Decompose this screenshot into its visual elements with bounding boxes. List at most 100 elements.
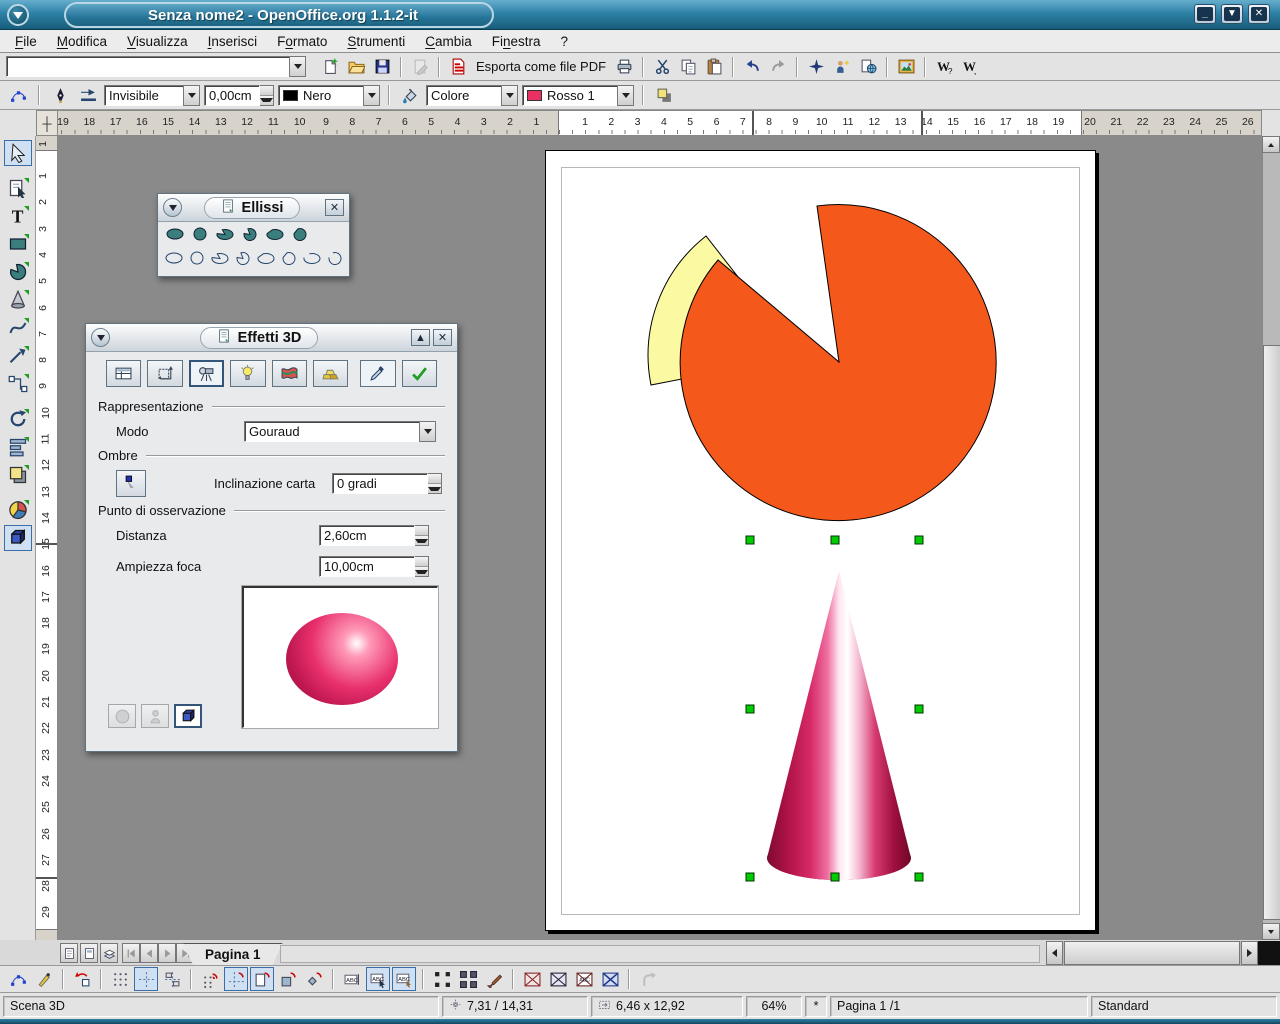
menu-cambia[interactable]: Cambia xyxy=(416,32,481,51)
insert-icon[interactable] xyxy=(4,497,32,523)
shadow-icon[interactable] xyxy=(652,83,676,107)
save-icon[interactable] xyxy=(370,55,394,79)
gallery-icon[interactable] xyxy=(894,55,918,79)
menu-?[interactable]: ? xyxy=(552,32,578,51)
inclinazione-spinner[interactable]: 0 gradi xyxy=(332,473,442,494)
first-page-icon[interactable] xyxy=(122,943,140,963)
arc-icon[interactable] xyxy=(302,248,322,268)
selection-handle[interactable] xyxy=(746,705,754,713)
preview-sphere-icon[interactable] xyxy=(108,704,136,728)
vertical-ruler[interactable]: 1123456789101112131415161718192021222324… xyxy=(36,136,58,940)
print-icon[interactable] xyxy=(612,55,636,79)
copy-icon[interactable] xyxy=(676,55,700,79)
close-button[interactable]: ✕ xyxy=(1248,4,1270,24)
status-page[interactable]: Pagina 1 /1 xyxy=(830,996,1088,1017)
select-icon[interactable] xyxy=(4,140,32,166)
preview-figure-icon[interactable] xyxy=(141,704,169,728)
prev-page-icon[interactable] xyxy=(140,943,158,963)
redo-icon[interactable] xyxy=(766,55,790,79)
status-size[interactable]: 6,46 x 12,92 xyxy=(591,996,743,1017)
simple-handles-icon[interactable] xyxy=(430,967,454,991)
snap-points-icon[interactable] xyxy=(302,967,326,991)
scroll-up-button[interactable] xyxy=(1262,136,1280,153)
horizontal-ruler[interactable]: 1918171615141312111098765432112345678910… xyxy=(36,110,1262,136)
picture-placeholder-icon[interactable] xyxy=(520,967,544,991)
help-agent-icon[interactable]: W? xyxy=(932,55,956,79)
snap-border-icon[interactable] xyxy=(276,967,300,991)
select-text-area-icon[interactable]: ABC xyxy=(366,967,390,991)
ellipse-pie-outline-icon[interactable] xyxy=(210,248,230,268)
toolbar-menu-button[interactable] xyxy=(163,198,182,217)
shading-tab-icon[interactable] xyxy=(189,360,225,387)
pdf-export-icon[interactable] xyxy=(446,55,470,79)
whats-this-icon[interactable]: W, xyxy=(958,55,982,79)
ellipse-filled-icon[interactable] xyxy=(164,224,186,244)
open-icon[interactable] xyxy=(344,55,368,79)
edit-points-icon[interactable] xyxy=(6,83,30,107)
circle-pie-filled-icon[interactable] xyxy=(239,224,261,244)
circle-pie-outline-icon[interactable] xyxy=(233,248,253,268)
selection-handle[interactable] xyxy=(915,536,923,544)
pdf-export-label[interactable]: Esporta come file PDF xyxy=(472,59,610,74)
zoom-icon[interactable] xyxy=(4,175,32,201)
mode-layer-icon[interactable] xyxy=(100,943,118,963)
scroll-right-button[interactable] xyxy=(1241,941,1258,965)
quick-edit-icon[interactable]: ABC xyxy=(340,967,364,991)
modify-attributes-icon[interactable] xyxy=(482,967,506,991)
minimize-button[interactable]: _ xyxy=(1194,4,1216,24)
scroll-down-button[interactable] xyxy=(1262,923,1280,940)
snap-snaplines-icon[interactable] xyxy=(224,967,248,991)
pie-body-shape[interactable] xyxy=(680,205,996,521)
horizontal-scrollbar[interactable] xyxy=(1046,941,1258,965)
shadow-3d-icon[interactable] xyxy=(116,470,146,497)
selection-handle[interactable] xyxy=(915,873,923,881)
status-zoom[interactable]: 64% xyxy=(746,996,802,1017)
rollup-icon[interactable]: ▲ xyxy=(411,329,430,346)
snaplines-visible-icon[interactable] xyxy=(134,967,158,991)
circle-filled-icon[interactable] xyxy=(189,224,211,244)
circle-segment-outline-icon[interactable] xyxy=(279,248,299,268)
assign-dropper-icon[interactable] xyxy=(360,360,395,387)
circle-segment-filled-icon[interactable] xyxy=(289,224,311,244)
ruler-origin-box[interactable]: ┼ xyxy=(36,110,58,136)
new-document-icon[interactable] xyxy=(318,55,342,79)
textures-tab-icon[interactable] xyxy=(272,360,307,387)
text-placeholder-icon[interactable]: ABC xyxy=(572,967,596,991)
exit-group-icon[interactable] xyxy=(636,967,660,991)
all-placeholder-icon[interactable] xyxy=(598,967,622,991)
selection-handle[interactable] xyxy=(915,705,923,713)
favorites-tab-icon[interactable] xyxy=(106,360,141,387)
line-width-spinner[interactable]: 0,00cm xyxy=(204,85,274,106)
snap-margins-icon[interactable] xyxy=(250,967,274,991)
objects3d-icon[interactable] xyxy=(4,287,32,313)
menu-formato[interactable]: Formato xyxy=(268,32,336,51)
dblclick-edit-text-icon[interactable]: ABC xyxy=(392,967,416,991)
vertical-scrollbar[interactable] xyxy=(1262,136,1280,940)
alignment-icon[interactable] xyxy=(4,434,32,460)
fill-can-icon[interactable] xyxy=(398,83,422,107)
close-icon[interactable]: ✕ xyxy=(433,329,452,346)
status-style[interactable]: Standard xyxy=(1091,996,1277,1017)
selection-handle[interactable] xyxy=(746,873,754,881)
autopilot-icon[interactable] xyxy=(830,55,854,79)
horizontal-scroll-thumb[interactable] xyxy=(1064,941,1240,965)
selection-handle[interactable] xyxy=(746,536,754,544)
navigator-icon[interactable] xyxy=(804,55,828,79)
snap-grid-icon[interactable] xyxy=(198,967,222,991)
tab-pagina-1[interactable]: Pagina 1 xyxy=(183,943,283,965)
modo-select[interactable]: Gouraud xyxy=(244,421,436,442)
edit-points-icon[interactable] xyxy=(6,967,30,991)
material-tab-icon[interactable] xyxy=(313,360,348,387)
dialog-menu-button[interactable] xyxy=(91,328,110,347)
line-style-select[interactable]: Invisibile xyxy=(104,85,200,106)
shade-button[interactable]: ▼ xyxy=(1221,4,1243,24)
helplines-moving-icon[interactable] xyxy=(160,967,184,991)
ellipse-outline-icon[interactable] xyxy=(164,248,184,268)
menu-inserisci[interactable]: Inserisci xyxy=(199,32,267,51)
curve-icon[interactable] xyxy=(4,315,32,341)
mode-master-icon[interactable] xyxy=(80,943,98,963)
circle-arc-icon[interactable] xyxy=(325,248,345,268)
glue-points-icon[interactable] xyxy=(32,967,56,991)
title-placeholder-icon[interactable] xyxy=(546,967,570,991)
illumination-tab-icon[interactable] xyxy=(230,360,265,387)
